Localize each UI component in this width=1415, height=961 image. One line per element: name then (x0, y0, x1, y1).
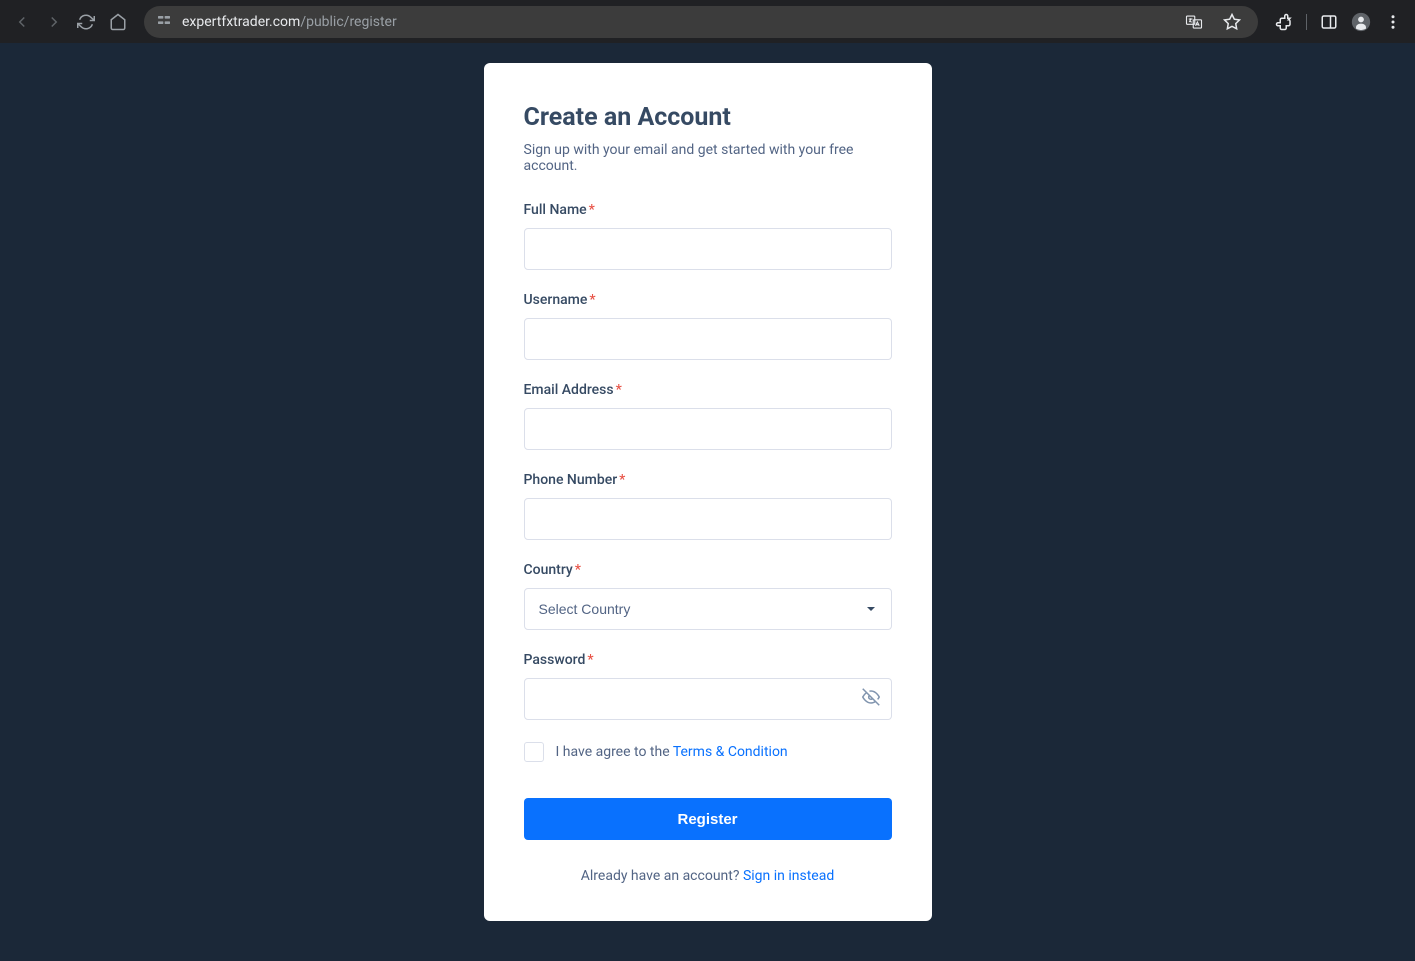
terms-checkbox[interactable] (524, 742, 544, 762)
username-input[interactable] (524, 318, 892, 360)
translate-icon[interactable] (1180, 8, 1208, 36)
extensions-icon[interactable] (1270, 8, 1298, 36)
side-panel-icon[interactable] (1315, 8, 1343, 36)
country-select[interactable]: Select Country (524, 588, 892, 630)
register-card: Create an Account Sign up with your emai… (484, 63, 932, 921)
profile-icon[interactable] (1347, 8, 1375, 36)
signin-link[interactable]: Sign in instead (743, 868, 834, 884)
password-input[interactable] (524, 678, 892, 720)
phone-label: Phone Number* (524, 472, 892, 488)
username-label: Username* (524, 292, 892, 308)
bookmark-star-icon[interactable] (1218, 8, 1246, 36)
country-label: Country* (524, 562, 892, 578)
page-subtitle: Sign up with your email and get started … (524, 142, 892, 174)
home-button[interactable] (104, 8, 132, 36)
terms-link[interactable]: Terms & Condition (673, 744, 788, 760)
footer-text: Already have an account? Sign in instead (524, 868, 892, 884)
toolbar-separator (1306, 14, 1307, 30)
browser-toolbar: expertfxtrader.com/public/register (0, 0, 1415, 43)
password-label: Password* (524, 652, 892, 668)
page-title: Create an Account (524, 103, 892, 132)
address-bar[interactable]: expertfxtrader.com/public/register (144, 6, 1258, 38)
email-input[interactable] (524, 408, 892, 450)
forward-button[interactable] (40, 8, 68, 36)
content-area: Create an Account Sign up with your emai… (0, 43, 1415, 961)
terms-label: I have agree to the Terms & Condition (556, 744, 788, 760)
fullname-label: Full Name* (524, 202, 892, 218)
eye-off-icon[interactable] (862, 688, 880, 710)
reload-button[interactable] (72, 8, 100, 36)
register-button[interactable]: Register (524, 798, 892, 840)
phone-input[interactable] (524, 498, 892, 540)
email-label: Email Address* (524, 382, 892, 398)
fullname-input[interactable] (524, 228, 892, 270)
back-button[interactable] (8, 8, 36, 36)
url-text: expertfxtrader.com/public/register (182, 14, 1170, 30)
menu-icon[interactable] (1379, 8, 1407, 36)
site-info-icon[interactable] (156, 12, 172, 32)
